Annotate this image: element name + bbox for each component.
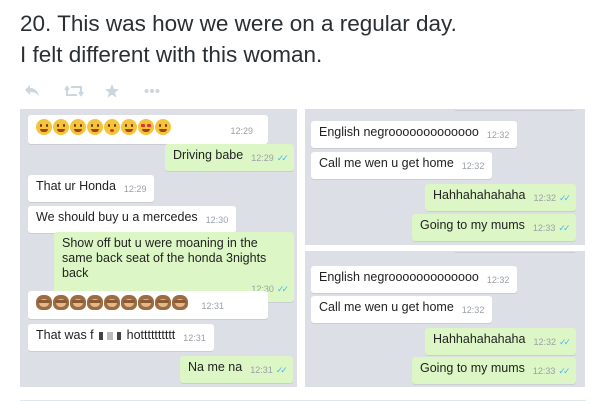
bottom-divider <box>20 400 586 401</box>
emoji-row <box>36 295 188 310</box>
message-time: 12:32 <box>533 193 556 203</box>
chat-screenshot-left: 12:29 Driving babe 12:29 ✓✓ That ur Honda 1… <box>20 109 297 387</box>
message-outgoing: Going to my mums 12:33 ✓✓ <box>412 214 576 241</box>
message-time: 12:33 <box>532 366 556 376</box>
favorite-icon[interactable] <box>104 81 144 101</box>
blushing-face-icon <box>155 119 171 135</box>
tweet-text-line-2: I felt different with this woman. <box>20 42 323 67</box>
censor-mark <box>99 332 104 340</box>
squinting-face-icon <box>87 119 103 135</box>
message-time: 12:32 <box>486 275 510 285</box>
message-outgoing: Hahhahahahaha 12:32 ✓✓ <box>425 184 577 211</box>
message-text: That ur Honda <box>36 179 116 193</box>
chat-screenshot-right-top: English negrooooooooooooo 12:32 Call me w… <box>305 109 585 245</box>
message-incoming: Call me wen u get home 12:32 <box>311 296 493 323</box>
message-text: Hahhahahahaha <box>433 188 526 202</box>
see-no-evil-monkey-icon <box>70 295 86 310</box>
message-time: 12:31 <box>201 301 225 311</box>
message-incoming: We should buy u a mercedes 12:30 <box>28 206 237 233</box>
chat-screenshot-right-bottom: English negrooooooooooooo 12:32 Call me w… <box>305 251 585 387</box>
message-incoming: Call me wen u get home 12:32 <box>311 152 493 179</box>
message-text: Na me na <box>188 360 243 374</box>
message-text: Driving babe <box>173 148 244 162</box>
message-time: 12:32 <box>461 305 485 315</box>
message-incoming: English negrooooooooooooo 12:32 <box>311 121 518 148</box>
see-no-evil-monkey-icon <box>121 295 137 310</box>
see-no-evil-monkey-icon <box>36 295 52 310</box>
message-time: 12:32 <box>461 161 485 171</box>
message-text: English negrooooooooooooo <box>319 270 479 284</box>
tweet-actions <box>24 80 184 102</box>
heart-eyes-face-icon <box>138 119 154 135</box>
message-text: We should buy u a mercedes <box>36 210 198 224</box>
message-monkey-emoji: 12:31 <box>28 291 268 319</box>
message-text: Going to my mums <box>420 361 525 375</box>
message-text: Going to my mums <box>420 218 525 232</box>
message-time: 12:29 <box>230 126 254 136</box>
censor-mark <box>107 332 114 340</box>
message-text: Call me wen u get home <box>319 156 454 170</box>
message-text: English negrooooooooooooo <box>319 125 479 139</box>
message-incoming: That ur Honda 12:29 <box>28 175 155 202</box>
read-check-icon: ✓✓ <box>276 284 289 294</box>
tweet-text-line-1: 20. This was how we were on a regular da… <box>20 11 457 36</box>
message-time: 12:32 <box>533 337 556 347</box>
see-no-evil-monkey-icon <box>138 295 154 310</box>
separator-line <box>455 252 575 253</box>
message-outgoing: Hahhahahahaha 12:32 ✓✓ <box>425 328 577 355</box>
see-no-evil-monkey-icon <box>87 295 103 310</box>
message-text-line-2: same back seat of the honda 3nights <box>62 251 267 265</box>
message-time: 12:33 <box>532 223 556 233</box>
message-text-line-1: Show off but u were moaning in the <box>62 236 258 250</box>
read-check-icon: ✓✓ <box>276 153 289 163</box>
message-emoji: 12:29 <box>28 115 268 144</box>
emoji-row <box>36 119 171 135</box>
message-text: That was f <box>36 328 94 342</box>
more-icon[interactable] <box>144 81 184 101</box>
message-time: 12:32 <box>486 130 510 140</box>
see-no-evil-monkey-icon <box>104 295 120 310</box>
message-outgoing: Na me na 12:31 ✓✓ <box>180 356 293 383</box>
message-time: 12:31 <box>183 333 206 343</box>
message-time: 12:30 <box>205 215 229 225</box>
message-incoming: That was f hotttttttttt 12:31 <box>28 324 214 351</box>
read-check-icon: ✓✓ <box>558 337 571 347</box>
message-outgoing: Driving babe 12:29 ✓✓ <box>165 144 294 171</box>
grinning-face-icon <box>36 119 52 135</box>
see-no-evil-monkey-icon <box>53 295 69 310</box>
kissing-face-icon <box>104 119 120 135</box>
see-no-evil-monkey-icon <box>155 295 171 310</box>
message-time: 12:29 <box>251 153 274 163</box>
message-text: Call me wen u get home <box>319 300 454 314</box>
tweet-text: 20. This was how we were on a regular da… <box>20 8 600 70</box>
separator-line <box>455 110 575 111</box>
retweet-icon[interactable] <box>64 81 104 101</box>
censor-mark <box>117 332 122 340</box>
reply-icon[interactable] <box>24 81 64 101</box>
message-time: 12:29 <box>123 184 147 194</box>
laughing-face-icon <box>53 119 69 135</box>
read-check-icon: ✓✓ <box>558 193 571 203</box>
message-outgoing: Going to my mums 12:33 ✓✓ <box>412 357 576 384</box>
message-text: hotttttttttt <box>126 328 176 342</box>
read-check-icon: ✓✓ <box>275 365 288 375</box>
tongue-face-icon <box>70 119 86 135</box>
see-no-evil-monkey-icon <box>172 295 188 310</box>
read-check-icon: ✓✓ <box>558 366 570 376</box>
read-check-icon: ✓✓ <box>558 223 570 233</box>
message-incoming: English negrooooooooooooo 12:32 <box>311 266 518 293</box>
winking-face-icon <box>121 119 137 135</box>
message-time: 12:31 <box>250 365 273 375</box>
message-text: Hahhahahahaha <box>433 332 526 346</box>
